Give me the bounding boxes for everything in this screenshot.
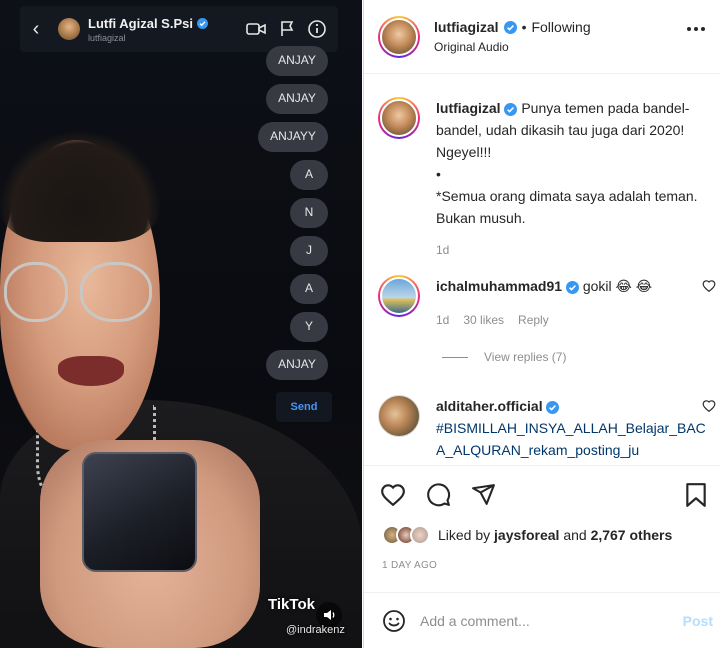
post-comment-button[interactable]: Post [683, 613, 713, 629]
post-timestamp: 1 DAY AGO [382, 560, 438, 571]
commenter-username[interactable]: ichalmuhammad91 [436, 278, 562, 294]
caption-author-avatar[interactable] [378, 97, 420, 139]
person-mouth [58, 356, 124, 386]
chat-bubble: J [290, 236, 328, 266]
comment-age: 1d [436, 313, 450, 327]
caption-age: 1d [436, 243, 450, 257]
comment-bubble-icon[interactable] [426, 482, 451, 507]
like-comment-icon[interactable] [702, 399, 716, 412]
commenter-username[interactable]: alditaher.official [436, 398, 543, 414]
verified-badge-icon [504, 102, 518, 116]
caption-quote: *Semua orang dimata saya adalah teman. B… [436, 188, 698, 226]
like-comment-icon[interactable] [702, 279, 716, 292]
action-bar [364, 465, 720, 525]
comment-hashtag-link[interactable]: #BISMILLAH_INSYA_ALLAH_Belajar_BACA_ALQU… [436, 417, 708, 461]
caption-username[interactable]: lutfiagizal [436, 100, 501, 116]
flag-icon[interactable] [280, 21, 294, 37]
glasses-right-lens [80, 262, 152, 322]
video-call-icon[interactable] [246, 22, 266, 36]
chat-bubble: ANJAYY [258, 122, 328, 152]
audio-label[interactable]: Original Audio [434, 40, 591, 54]
view-replies-label[interactable]: View replies (7) [484, 350, 566, 364]
liked-by-prefix: Liked by [438, 527, 491, 543]
comment-text: gokil 😂 😂 [582, 278, 653, 294]
chat-bubble: A [290, 274, 328, 304]
chat-bubble: Y [290, 312, 328, 342]
tiktok-handle: @indrakenz [286, 624, 345, 636]
held-phone [82, 452, 197, 572]
chat-bubble: ANJAY [266, 46, 328, 76]
verified-badge-icon [565, 280, 579, 294]
chat-bubble: A [290, 160, 328, 190]
chat-avatar [58, 18, 80, 40]
comment-likes[interactable]: 30 likes [463, 309, 504, 331]
caption-bullet: • [436, 166, 441, 182]
liker-avatar [410, 525, 430, 545]
verified-badge-icon [546, 400, 560, 414]
liked-by-and: and [563, 527, 587, 543]
back-arrow-icon[interactable]: ‹ [20, 18, 52, 41]
chat-send-button: Send [276, 392, 332, 422]
reel-video[interactable]: ‹ Lutfi Agizal S.Psi lutfiagizal ANJAY A… [0, 0, 362, 648]
comments-list[interactable]: lutfiagizal Punya temen pada bandel-band… [364, 75, 720, 465]
commenter-avatar[interactable] [378, 395, 420, 437]
commenter-avatar[interactable] [378, 275, 420, 317]
tiktok-watermark: TikTok [268, 596, 315, 613]
chat-bubble: ANJAY [266, 350, 328, 380]
info-icon[interactable] [308, 20, 326, 38]
liked-by-row[interactable]: Liked by jaysforeal and 2,767 others [382, 525, 672, 545]
add-comment-bar: Post [364, 592, 720, 648]
emoji-icon[interactable] [382, 609, 406, 633]
person-hair [0, 132, 160, 242]
chat-bubble: ANJAY [266, 84, 328, 114]
view-replies[interactable]: View replies (7) [442, 350, 566, 364]
more-options-icon[interactable] [686, 26, 706, 32]
following-button[interactable]: Following [531, 19, 590, 35]
bookmark-icon[interactable] [685, 482, 707, 508]
glasses-left-lens [4, 262, 68, 322]
liked-by-text: Liked by jaysforeal and 2,767 others [438, 527, 672, 543]
post-header: lutfiagizal • Following Original Audio [364, 0, 720, 74]
chat-contact-handle: lutfiagizal [88, 32, 126, 43]
author-avatar[interactable] [378, 15, 420, 58]
liked-by-others[interactable]: 2,767 others [591, 527, 673, 543]
post-panel: lutfiagizal • Following Original Audio l… [363, 0, 720, 648]
verified-badge-icon [503, 20, 517, 34]
like-heart-icon[interactable] [380, 482, 406, 506]
share-paper-plane-icon[interactable] [471, 482, 496, 507]
liked-by-user[interactable]: jaysforeal [494, 527, 559, 543]
reply-button[interactable]: Reply [518, 309, 549, 331]
replies-divider [442, 356, 468, 358]
header-separator: • [521, 19, 527, 35]
chat-contact-name-text: Lutfi Agizal S.Psi [88, 15, 193, 31]
chat-contact-name: Lutfi Agizal S.Psi [88, 16, 208, 31]
chat-bubble: N [290, 198, 328, 228]
verified-badge-icon [196, 17, 208, 29]
author-username[interactable]: lutfiagizal [434, 19, 499, 35]
comment-input[interactable] [420, 612, 660, 629]
speaker-icon [324, 610, 335, 620]
